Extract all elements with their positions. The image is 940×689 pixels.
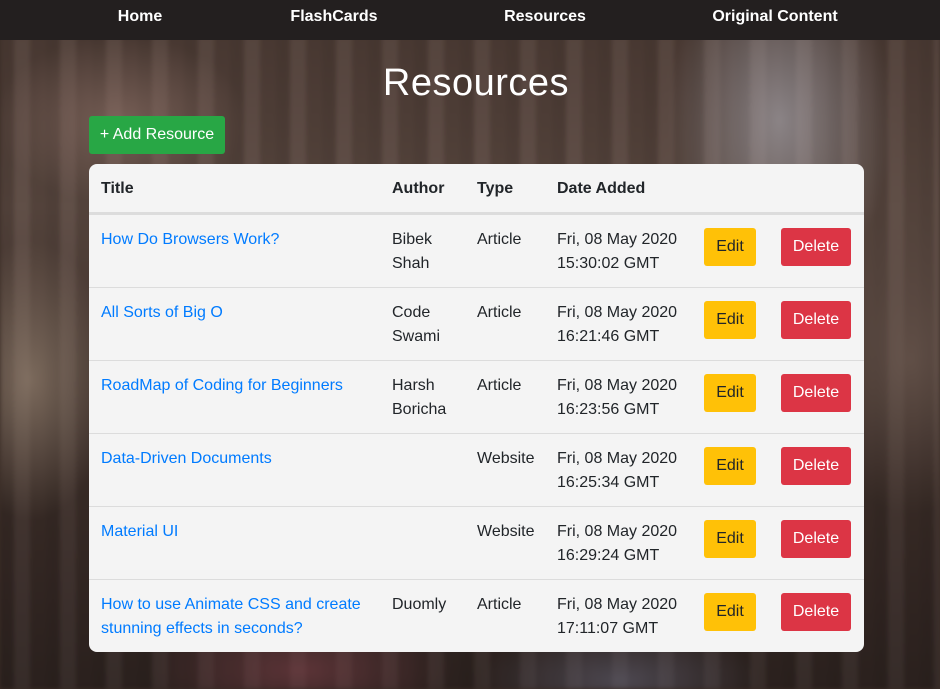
resource-type: Website — [477, 523, 535, 540]
resource-title-link[interactable]: How Do Browsers Work? — [101, 228, 381, 252]
add-resource-button[interactable]: + Add Resource — [89, 116, 225, 154]
resource-title-link[interactable]: Data-Driven Documents — [101, 447, 381, 471]
header-date-added: Date Added — [557, 180, 646, 197]
delete-button[interactable]: Delete — [781, 228, 851, 266]
table-row: RoadMap of Coding for Beginners Harsh Bo… — [89, 360, 864, 433]
table-header-row: Title Author Type Date Added — [89, 164, 864, 214]
nav-resources-link[interactable]: Resources — [504, 8, 586, 26]
resource-title-link[interactable]: All Sorts of Big O — [101, 301, 381, 325]
edit-button[interactable]: Edit — [704, 447, 756, 485]
header-type: Type — [477, 180, 514, 197]
edit-button[interactable]: Edit — [704, 374, 756, 412]
resource-date: Fri, 08 May 2020 16:29:24 GMT — [557, 523, 678, 564]
resource-author: Harsh Boricha — [392, 377, 447, 418]
resource-title-link[interactable]: RoadMap of Coding for Beginners — [101, 374, 381, 398]
table-row: How to use Animate CSS and create stunni… — [89, 579, 864, 652]
edit-button[interactable]: Edit — [704, 228, 756, 266]
edit-button[interactable]: Edit — [704, 593, 756, 631]
table-row: Material UI Website Fri, 08 May 2020 16:… — [89, 506, 864, 579]
top-navbar: Home FlashCards Resources Original Conte… — [0, 0, 940, 40]
resource-date: Fri, 08 May 2020 17:11:07 GMT — [557, 596, 678, 637]
nav-flashcards-link[interactable]: FlashCards — [290, 8, 377, 26]
page-title: Resources — [382, 62, 570, 104]
resource-type: Article — [477, 596, 522, 613]
table-row: How Do Browsers Work? Bibek Shah Article… — [89, 214, 864, 287]
resource-title-link[interactable]: How to use Animate CSS and create stunni… — [101, 593, 381, 641]
delete-button[interactable]: Delete — [781, 520, 851, 558]
resources-table: Title Author Type Date Added How Do Brow… — [89, 164, 864, 652]
resource-date: Fri, 08 May 2020 15:30:02 GMT — [557, 231, 678, 272]
resource-title-link[interactable]: Material UI — [101, 520, 381, 544]
resource-type: Article — [477, 377, 522, 394]
delete-button[interactable]: Delete — [781, 447, 851, 485]
resource-author: Duomly — [392, 596, 447, 613]
nav-home-link[interactable]: Home — [118, 8, 162, 26]
resource-type: Website — [477, 450, 535, 467]
header-title: Title — [101, 180, 134, 197]
header-author: Author — [392, 180, 445, 197]
resource-author: Bibek Shah — [392, 231, 433, 272]
delete-button[interactable]: Delete — [781, 301, 851, 339]
resource-type: Article — [477, 231, 522, 248]
delete-button[interactable]: Delete — [781, 374, 851, 412]
resource-type: Article — [477, 304, 522, 321]
nav-original-content-link[interactable]: Original Content — [712, 8, 837, 26]
table-row: All Sorts of Big O Code Swami Article Fr… — [89, 287, 864, 360]
table-row: Data-Driven Documents Website Fri, 08 Ma… — [89, 433, 864, 506]
edit-button[interactable]: Edit — [704, 301, 756, 339]
resource-date: Fri, 08 May 2020 16:23:56 GMT — [557, 377, 678, 418]
resource-date: Fri, 08 May 2020 16:21:46 GMT — [557, 304, 678, 345]
resource-author: Code Swami — [392, 304, 441, 345]
edit-button[interactable]: Edit — [704, 520, 756, 558]
delete-button[interactable]: Delete — [781, 593, 851, 631]
resource-date: Fri, 08 May 2020 16:25:34 GMT — [557, 450, 678, 491]
